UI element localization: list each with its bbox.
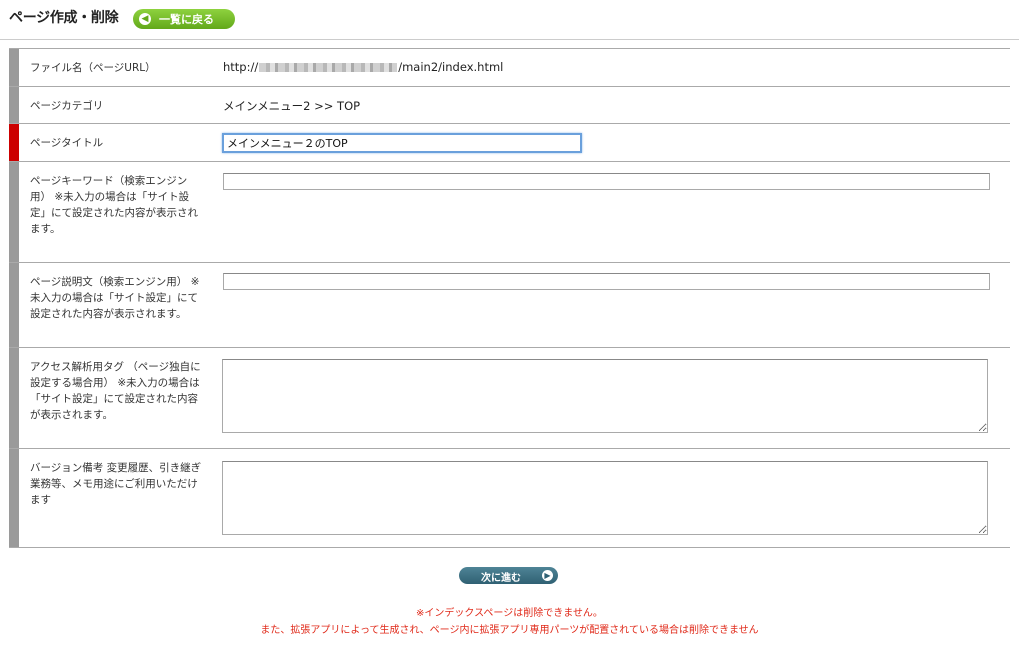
- page-title-input[interactable]: [222, 133, 582, 153]
- file-name-value: http:// /main2/index.html: [223, 60, 503, 74]
- row-indicator-bar: [9, 449, 19, 547]
- arrow-left-circle-icon: ◀: [139, 13, 151, 25]
- page-title-label: ページタイトル: [30, 137, 104, 149]
- keywords-input[interactable]: [223, 173, 990, 190]
- file-name-label: ファイル名（ページURL）: [30, 62, 156, 74]
- index-page-notice: ※インデックスページは削除できません。: [416, 608, 603, 619]
- row-version-notes: バージョン備考 変更履歴、引き継ぎ業務等、メモ用途にご利用いただけます: [9, 449, 1010, 548]
- analytics-label: アクセス解析用タグ （ページ独自に設定する場合用） ※未入力の場合は「サイト設定…: [30, 361, 201, 421]
- row-indicator-bar: [9, 49, 19, 86]
- description-input[interactable]: [223, 273, 990, 290]
- row-indicator-bar: [9, 162, 19, 262]
- page-header: ページ作成・削除 ◀ 一覧に戻る: [0, 0, 1019, 40]
- row-file-name: ファイル名（ページURL） http:// /main2/index.html: [9, 49, 1010, 87]
- analytics-tag-textarea[interactable]: [222, 359, 988, 433]
- row-page-title: ページタイトル: [9, 124, 1010, 162]
- url-suffix: /main2/index.html: [398, 60, 504, 74]
- row-indicator-bar: [9, 263, 19, 347]
- page-form-table: ファイル名（ページURL） http:// /main2/index.html ペ…: [9, 48, 1010, 548]
- next-button-label: 次に進む: [481, 573, 521, 584]
- row-indicator-bar: [9, 87, 19, 123]
- back-to-list-button[interactable]: ◀ 一覧に戻る: [133, 9, 235, 29]
- next-button[interactable]: 次に進む ▶: [459, 567, 558, 584]
- back-button-label: 一覧に戻る: [159, 13, 214, 26]
- row-description: ページ説明文（検索エンジン用） ※未入力の場合は「サイト設定」にて設定された内容…: [9, 263, 1010, 348]
- keywords-label: ページキーワード（検索エンジン用） ※未入力の場合は「サイト設定」にて設定された…: [30, 175, 198, 235]
- page-title: ページ作成・削除: [9, 10, 119, 26]
- row-keywords: ページキーワード（検索エンジン用） ※未入力の場合は「サイト設定」にて設定された…: [9, 162, 1010, 263]
- category-value: メインメニュー2 >> TOP: [223, 99, 361, 113]
- blurred-domain: [259, 63, 398, 72]
- row-category: ページカテゴリ メインメニュー2 >> TOP: [9, 87, 1010, 124]
- category-label: ページカテゴリ: [30, 100, 104, 112]
- url-prefix: http://: [223, 60, 259, 74]
- description-label: ページ説明文（検索エンジン用） ※未入力の場合は「サイト設定」にて設定された内容…: [30, 276, 200, 320]
- row-analytics: アクセス解析用タグ （ページ独自に設定する場合用） ※未入力の場合は「サイト設定…: [9, 348, 1010, 449]
- arrow-right-circle-icon: ▶: [542, 570, 553, 581]
- version-notes-label: バージョン備考 変更履歴、引き継ぎ業務等、メモ用途にご利用いただけます: [30, 462, 202, 506]
- required-indicator-bar: [9, 124, 19, 161]
- extension-app-notice: また、拡張アプリによって生成され、ページ内に拡張アプリ専用パーツが配置されている…: [260, 625, 759, 636]
- version-notes-textarea[interactable]: [222, 461, 988, 535]
- row-indicator-bar: [9, 348, 19, 448]
